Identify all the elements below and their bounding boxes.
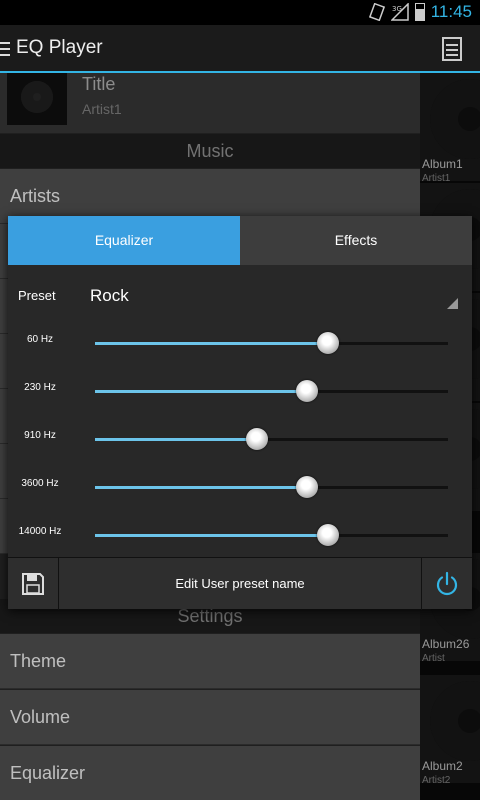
app-title: EQ Player bbox=[16, 37, 103, 58]
network-type-text: 3G bbox=[392, 5, 402, 13]
power-icon bbox=[436, 571, 458, 596]
band-slider-fill bbox=[95, 342, 328, 345]
preset-label: Preset bbox=[18, 288, 56, 303]
band-label: 910 Hz bbox=[24, 430, 56, 441]
band-14000hz: 14000 Hz bbox=[8, 510, 472, 558]
action-bar: EQ Player bbox=[0, 25, 480, 73]
floppy-disk-icon bbox=[22, 573, 44, 595]
band-label: 14000 Hz bbox=[18, 526, 62, 537]
preset-spinner[interactable]: Rock bbox=[90, 286, 129, 306]
status-bar: 3G 11:45 bbox=[0, 0, 480, 25]
tab-effects[interactable]: Effects bbox=[240, 216, 472, 265]
band-slider-thumb[interactable] bbox=[246, 428, 269, 450]
band-slider-track[interactable] bbox=[95, 524, 448, 546]
dialog-footer: Edit User preset name bbox=[8, 557, 472, 610]
band-slider-fill bbox=[95, 486, 307, 489]
screen-rotate-icon bbox=[368, 2, 385, 22]
band-slider-fill bbox=[95, 438, 258, 441]
band-60hz: 60 Hz bbox=[8, 318, 472, 366]
band-230hz: 230 Hz bbox=[8, 366, 472, 414]
band-slider-track[interactable] bbox=[95, 476, 448, 498]
band-910hz: 910 Hz bbox=[8, 414, 472, 462]
band-3600hz: 3600 Hz bbox=[8, 462, 472, 510]
band-slider-track[interactable] bbox=[95, 380, 448, 402]
band-slider-thumb[interactable] bbox=[295, 380, 318, 402]
battery-icon bbox=[414, 3, 425, 21]
queue-icon[interactable] bbox=[442, 37, 462, 61]
band-slider-track[interactable] bbox=[95, 332, 448, 354]
dialog-tabs: Equalizer Effects bbox=[8, 216, 472, 265]
band-slider-thumb[interactable] bbox=[316, 524, 339, 546]
save-preset-button[interactable] bbox=[8, 558, 59, 610]
spinner-arrow-icon[interactable] bbox=[447, 298, 458, 309]
band-slider-fill bbox=[95, 390, 307, 393]
edit-preset-name-button[interactable]: Edit User preset name bbox=[60, 558, 420, 610]
equalizer-dialog: Equalizer Effects Preset Rock 60 Hz 230 … bbox=[8, 216, 472, 610]
band-slider-thumb[interactable] bbox=[295, 476, 318, 498]
band-slider-fill bbox=[95, 534, 328, 537]
band-slider-thumb[interactable] bbox=[316, 332, 339, 354]
band-slider-track[interactable] bbox=[95, 428, 448, 450]
band-label: 230 Hz bbox=[24, 382, 56, 393]
band-label: 3600 Hz bbox=[21, 478, 59, 489]
clock: 11:45 bbox=[430, 2, 472, 21]
drawer-menu-icon[interactable] bbox=[0, 42, 10, 56]
band-label: 60 Hz bbox=[26, 334, 54, 345]
signal-3g-icon: 3G bbox=[389, 2, 409, 21]
equalizer-power-toggle[interactable] bbox=[421, 558, 472, 610]
tab-equalizer[interactable]: Equalizer bbox=[8, 216, 240, 265]
